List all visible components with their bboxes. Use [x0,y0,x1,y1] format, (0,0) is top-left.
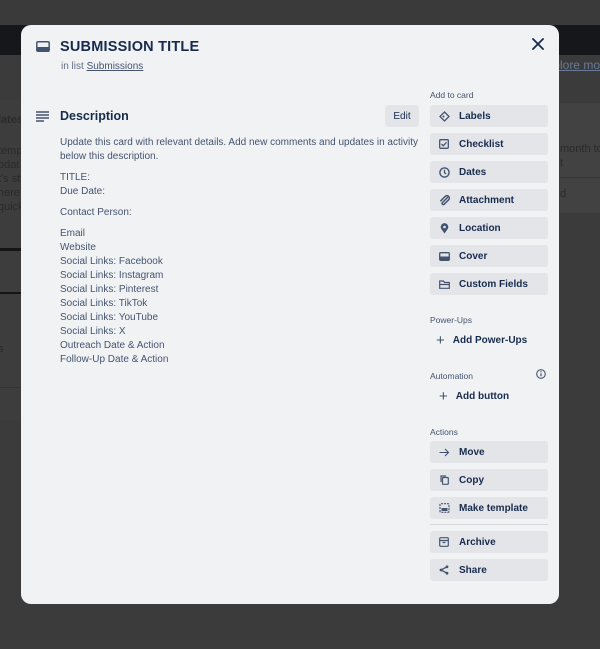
background-text: t's st [0,173,21,185]
archive-button-label: Archive [459,536,496,548]
copy-button[interactable]: Copy [430,469,548,491]
edit-description-button[interactable]: Edit [385,105,419,127]
location-button[interactable]: Location [430,217,548,239]
description-heading: Description [60,109,129,123]
description-line: TITLE: [60,172,91,183]
background-text: month to [560,143,600,155]
cover-button-label: Cover [459,250,488,262]
card-title[interactable]: SUBMISSION TITLE [60,39,199,55]
checklist-button-label: Checklist [459,138,504,150]
actions-label: Actions [430,427,458,437]
background-list-right: month to t d [560,103,600,213]
custom-fields-button[interactable]: Custom Fields [430,273,548,295]
checklist-icon [438,138,450,150]
labels-button-label: Labels [459,110,491,122]
background-divider [0,292,22,294]
description-block: TITLE: Due Date: [60,171,420,199]
description-line: Outreach Date & Action [60,340,165,351]
template-icon [438,502,450,514]
close-icon [532,38,544,50]
attachment-button-label: Attachment [459,194,515,206]
archive-button[interactable]: Archive [430,531,548,553]
make-template-button[interactable]: Make template [430,497,548,519]
custom-fields-button-label: Custom Fields [459,278,528,290]
custom-fields-icon [438,278,450,290]
plus-icon: + [439,387,448,405]
power-ups-label: Power-Ups [430,315,473,325]
attachment-button[interactable]: Attachment [430,189,548,211]
background-list-left: lates temp pdat t's st here i quick s [0,100,22,420]
background-text: temp [0,145,22,157]
add-power-ups-button[interactable]: + Add Power-Ups [430,329,548,351]
description-line: Due Date: [60,186,106,197]
add-button-label: Add button [455,390,510,402]
location-pin-icon [438,222,450,234]
description-line: Social Links: TikTok [60,298,148,309]
description-line: Social Links: Pinterest [60,284,159,295]
label-icon [438,110,450,122]
location-button-label: Location [459,222,501,234]
info-icon[interactable] [536,369,546,379]
background-divider [560,177,600,178]
dates-button[interactable]: Dates [430,161,548,183]
move-button-label: Move [459,446,485,458]
card-icon [36,41,50,52]
list-breadcrumb: in list Submissions [61,61,143,72]
card-detail-modal: SUBMISSION TITLE in list Submissions Des… [21,25,559,604]
make-template-button-label: Make template [459,502,528,514]
description-icon [36,111,49,122]
background-topbar [0,0,600,25]
list-link[interactable]: Submissions [87,61,144,72]
description-body[interactable]: Update this card with relevant details. … [60,136,420,374]
move-button[interactable]: Move [430,441,548,463]
description-block: Email Website Social Links: Facebook Soc… [60,227,420,367]
background-text: s [0,343,4,355]
background-divider [0,248,22,251]
description-block: Contact Person: [60,206,420,220]
automation-label: Automation [430,371,473,381]
share-button-label: Share [459,564,487,576]
background-text: lates [0,114,22,126]
description-line: Email [60,228,86,239]
copy-icon [438,474,450,486]
description-line: Social Links: X [60,326,126,337]
background-text: d [560,188,567,200]
actions-divider [430,524,548,525]
plus-icon: + [436,331,445,349]
cover-button[interactable]: Cover [430,245,548,267]
add-power-ups-label: Add Power-Ups [452,334,528,346]
checklist-button[interactable]: Checklist [430,133,548,155]
background-divider [0,387,22,388]
in-list-prefix: in list [61,61,84,72]
background-text: quick [0,201,22,213]
description-line: Follow-Up Date & Action [60,354,169,365]
cover-icon [438,250,450,262]
copy-button-label: Copy [459,474,484,486]
description-line: Contact Person: [60,207,132,218]
share-icon [438,564,450,576]
description-line: Social Links: Instagram [60,270,164,281]
background-text: pdat [0,159,20,171]
close-button[interactable] [527,33,549,55]
archive-icon [438,536,450,548]
background-text: here i [0,187,22,199]
add-button-button[interactable]: + Add button [430,385,548,407]
dates-button-label: Dates [459,166,487,178]
share-button[interactable]: Share [430,559,548,581]
background-text: t [560,157,564,169]
description-intro: Update this card with relevant details. … [60,137,418,162]
description-line: Social Links: YouTube [60,312,159,323]
add-to-card-label: Add to card [430,90,474,100]
arrow-right-icon [438,446,450,458]
paperclip-icon [438,194,450,206]
labels-button[interactable]: Labels [430,105,548,127]
clock-icon [438,166,450,178]
description-line: Website [60,242,96,253]
description-line: Social Links: Facebook [60,256,163,267]
